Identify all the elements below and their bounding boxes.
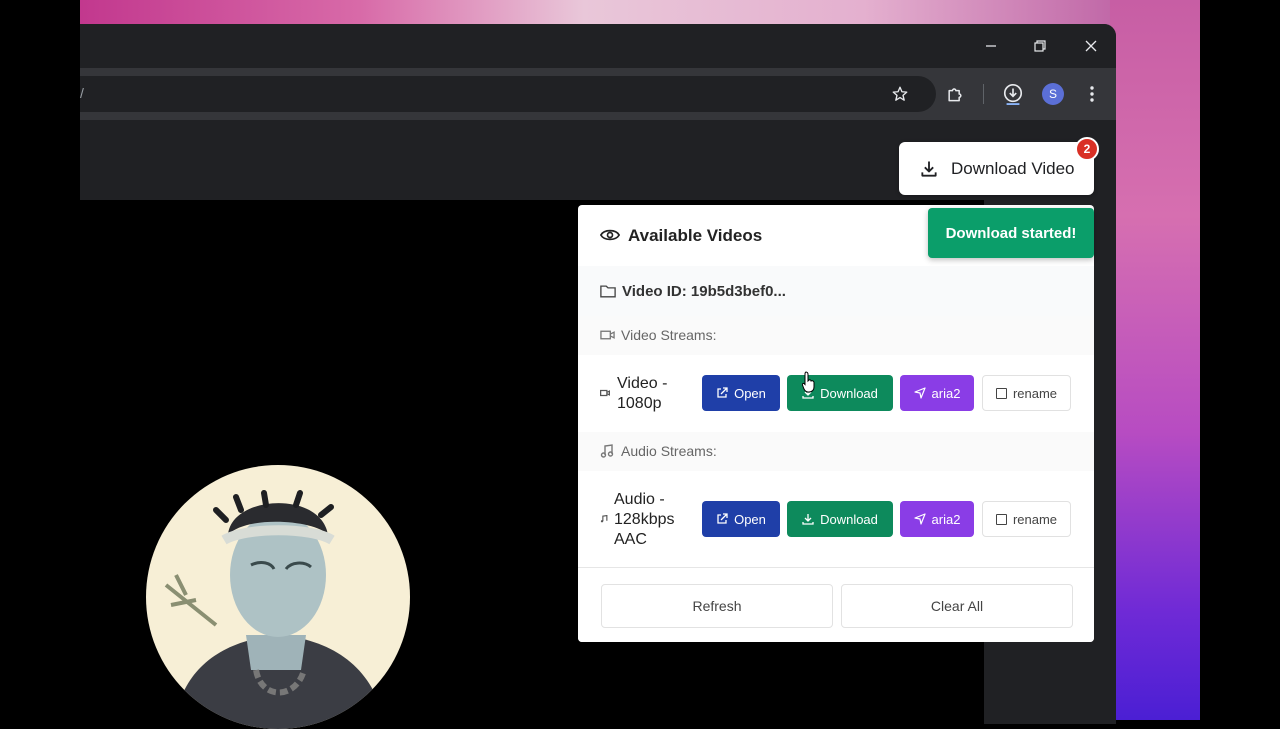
close-icon[interactable] — [1078, 34, 1104, 58]
audio-streams-section: Audio Streams: — [578, 432, 1094, 472]
panel-footer: Refresh Clear All — [578, 570, 1094, 642]
video-camera-icon — [600, 389, 610, 397]
download-video-label: Download Video — [951, 158, 1075, 178]
profile-portrait-image — [146, 465, 410, 729]
address-bar[interactable]: / — [80, 76, 936, 112]
download-count-badge: 2 — [1075, 137, 1099, 161]
checkbox-icon — [995, 513, 1007, 525]
toolbar-separator — [983, 84, 984, 104]
audio-download-button[interactable]: Download — [787, 501, 893, 537]
video-aria2-button[interactable]: aria2 — [900, 375, 974, 411]
audio-stream-name: Audio - 128kbps AAC — [614, 491, 675, 548]
download-icon — [802, 514, 814, 525]
menu-dots-icon[interactable] — [1078, 80, 1106, 108]
music-note-icon — [600, 515, 608, 523]
panel-title: Available Videos — [628, 226, 763, 245]
restore-icon[interactable] — [1027, 34, 1053, 58]
minimize-icon[interactable] — [978, 34, 1004, 58]
clear-all-button[interactable]: Clear All — [841, 584, 1073, 628]
video-open-button[interactable]: Open — [702, 375, 780, 411]
desktop-edge-right — [1200, 0, 1280, 720]
audio-streams-label: Audio Streams: — [621, 443, 717, 459]
available-videos-panel: Available Videos Video ID: 19b5d3bef0...… — [578, 205, 1094, 642]
external-link-icon — [717, 513, 728, 524]
audio-open-button[interactable]: Open — [702, 501, 780, 537]
external-link-icon — [717, 387, 728, 398]
video-rename-button[interactable]: rename — [982, 375, 1071, 411]
video-camera-icon — [600, 329, 615, 341]
video-stream-name: Video - 1080p — [617, 375, 668, 412]
send-icon — [913, 387, 926, 399]
video-stream-row: Video - 1080p Open Download aria2 rename — [578, 355, 1094, 433]
audio-aria2-button[interactable]: aria2 — [900, 501, 974, 537]
folder-icon — [600, 284, 616, 298]
title-bar — [80, 24, 1116, 68]
hand-cursor-icon — [802, 371, 815, 393]
audio-stream-row: Audio - 128kbps AAC Open Download aria2 … — [578, 471, 1094, 568]
send-icon — [913, 513, 926, 525]
refresh-button[interactable]: Refresh — [601, 584, 833, 628]
video-streams-label: Video Streams: — [621, 327, 717, 343]
download-started-toast: Download started! — [928, 208, 1094, 258]
star-icon[interactable] — [886, 80, 914, 108]
eye-icon — [600, 227, 620, 243]
music-note-icon — [600, 444, 614, 458]
video-id-row: Video ID: 19b5d3bef0... — [578, 266, 1094, 317]
desktop-wallpaper-right — [1110, 0, 1200, 720]
download-icon — [919, 159, 939, 179]
audio-rename-button[interactable]: rename — [982, 501, 1071, 537]
checkbox-icon — [995, 387, 1007, 399]
puzzle-icon[interactable] — [941, 80, 969, 108]
downloads-icon[interactable] — [999, 80, 1027, 108]
browser-toolbar: / S — [80, 68, 1116, 120]
video-streams-section: Video Streams: — [578, 316, 1094, 356]
desktop-edge-left — [0, 0, 80, 720]
download-video-button[interactable]: Download Video — [899, 142, 1094, 195]
profile-avatar[interactable]: S — [1042, 83, 1064, 105]
video-id: Video ID: 19b5d3bef0... — [622, 283, 786, 300]
address-text: / — [80, 85, 84, 101]
